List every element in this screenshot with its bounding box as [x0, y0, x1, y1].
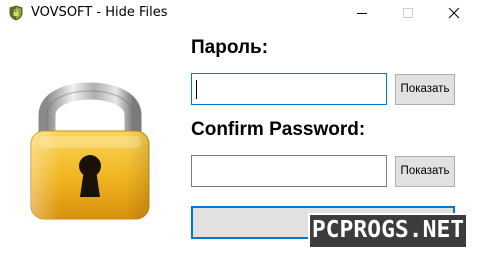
title-bar[interactable]: VOVSOFT - Hide Files	[0, 0, 477, 26]
close-icon	[448, 7, 460, 19]
text-caret	[196, 80, 197, 99]
close-button[interactable]	[431, 0, 477, 26]
maximize-icon	[403, 8, 413, 18]
padlock-icon	[25, 73, 155, 223]
confirm-password-label: Confirm Password:	[191, 119, 366, 140]
minimize-icon	[357, 13, 367, 14]
show-confirm-password-button[interactable]: Показать	[395, 156, 455, 187]
app-window: VOVSOFT - Hide Files Пароль: Показать Co…	[0, 0, 477, 262]
show-password-button[interactable]: Показать	[395, 74, 455, 105]
minimize-button[interactable]	[339, 0, 385, 26]
maximize-button[interactable]	[385, 0, 431, 26]
confirm-password-field[interactable]	[191, 155, 387, 187]
password-field[interactable]	[191, 73, 387, 105]
window-title: VOVSOFT - Hide Files	[31, 5, 168, 20]
password-label: Пароль:	[191, 37, 269, 58]
watermark-logo: PCPROGS.NET	[308, 213, 468, 249]
shield-icon	[8, 5, 24, 21]
